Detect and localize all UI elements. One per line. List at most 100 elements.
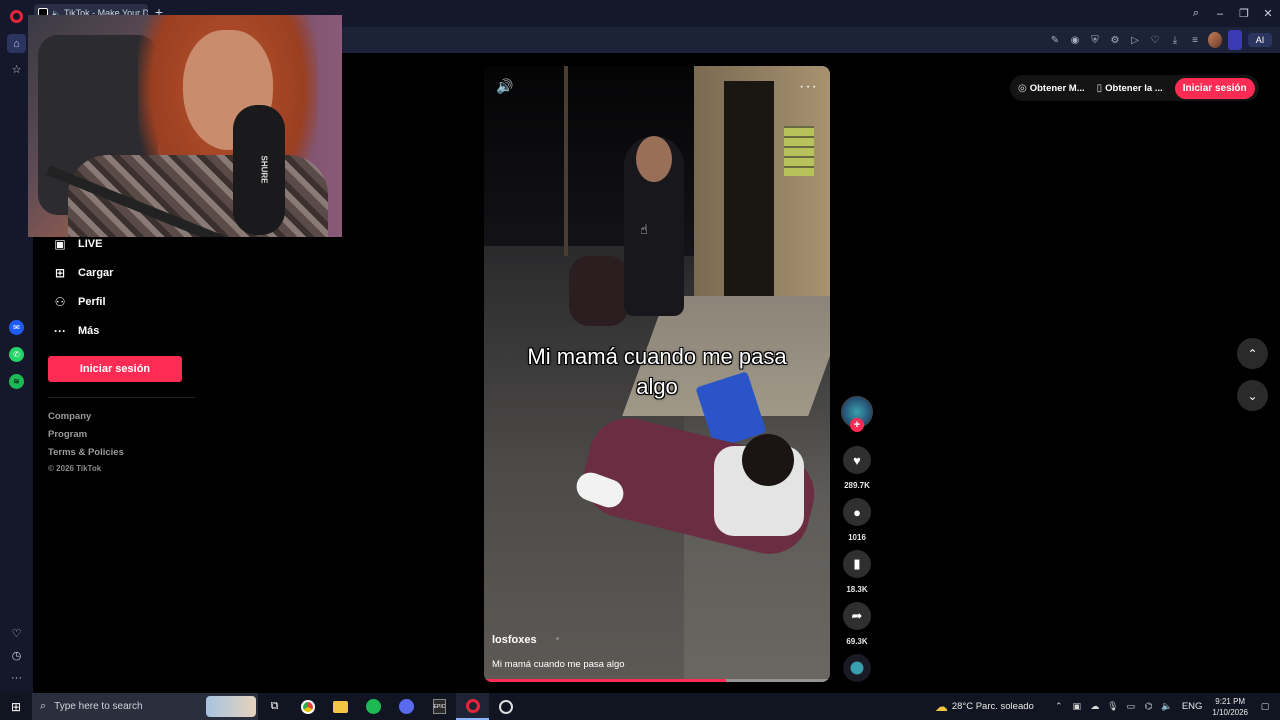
like-button[interactable]: ♥ xyxy=(843,446,871,474)
profile-avatar[interactable] xyxy=(1208,32,1222,48)
spotify-taskbar-icon[interactable] xyxy=(357,693,390,720)
minimize-button[interactable]: – xyxy=(1208,8,1232,20)
cloud-icon[interactable]: ☁ xyxy=(1088,701,1102,712)
more-icon[interactable]: ··· xyxy=(7,668,26,687)
opera-logo-icon[interactable] xyxy=(10,10,23,23)
previous-video-button[interactable]: ⌃ xyxy=(1237,338,1268,369)
taskbar-search[interactable]: ⌕ Type here to search xyxy=(32,693,258,720)
save-button[interactable]: ▮ xyxy=(843,550,871,578)
tray-app-icon[interactable]: ▣ xyxy=(1070,701,1084,712)
spotify-icon[interactable]: ≋ xyxy=(9,374,24,389)
footer-link-program[interactable]: Program xyxy=(48,429,87,440)
chrome-icon[interactable] xyxy=(291,693,324,720)
close-button[interactable]: ✕ xyxy=(1256,7,1280,20)
get-app-button[interactable]: ▯ Obtener la ... xyxy=(1097,83,1163,94)
nav-label: LIVE xyxy=(78,238,103,250)
sidebar-accent xyxy=(1228,30,1242,50)
history-icon[interactable]: ◷ xyxy=(7,646,26,665)
play-icon[interactable]: ▷ xyxy=(1128,35,1142,46)
clock[interactable]: 9:21 PM 1/10/2026 xyxy=(1212,696,1248,718)
volume-icon[interactable]: 🔊 xyxy=(496,78,513,95)
mic-brand-logo: SHURE xyxy=(259,155,269,184)
opera-taskbar-icon[interactable] xyxy=(456,693,489,720)
nav-label: Cargar xyxy=(78,267,114,279)
heart-icon: ♥ xyxy=(853,452,861,468)
footer-link-terms[interactable]: Terms & Policies xyxy=(48,447,124,458)
camera-icon[interactable]: ◉ xyxy=(1068,35,1082,46)
language-indicator[interactable]: ENG xyxy=(1182,701,1203,712)
epic-games-icon[interactable]: EPIC xyxy=(423,693,456,720)
get-coins-label: Obtener M... xyxy=(1029,82,1085,94)
search-highlight-image xyxy=(206,696,256,717)
more-options-icon[interactable]: ··· xyxy=(799,78,818,96)
music-disc-icon[interactable] xyxy=(843,654,871,682)
login-button[interactable]: Iniciar sesión xyxy=(48,356,182,382)
bookmark-icon: ▮ xyxy=(853,556,861,571)
restore-button[interactable]: ❐ xyxy=(1232,7,1256,20)
heart-icon[interactable]: ♡ xyxy=(1148,35,1162,46)
nav-item-live[interactable]: ▣ LIVE xyxy=(52,236,102,252)
video-door xyxy=(724,81,774,301)
video-motorcycle xyxy=(569,256,629,326)
home-icon[interactable]: ⌂ xyxy=(7,34,26,53)
clock-date: 1/10/2026 xyxy=(1212,707,1248,717)
whatsapp-icon[interactable]: ✆ xyxy=(9,347,24,362)
chevron-up-icon[interactable]: ⌃ xyxy=(1052,701,1066,712)
next-video-button[interactable]: ⌄ xyxy=(1237,380,1268,411)
video-window xyxy=(784,126,814,176)
separator-dot xyxy=(556,637,559,640)
weather-icon[interactable]: ☁ xyxy=(935,699,948,715)
video-pole xyxy=(564,66,568,256)
search-tabs-icon[interactable]: ⌕ xyxy=(1184,7,1208,20)
obs-icon[interactable] xyxy=(489,693,522,720)
system-tray: ☁ 28°C Parc. soleado ⌃ ▣ ☁ 🎙 ▭ ⌬ 🔈 ENG 9… xyxy=(935,693,1280,720)
nav-item-upload[interactable]: ⊞ Cargar xyxy=(52,265,114,281)
nav-item-more[interactable]: ··· Más xyxy=(52,323,99,339)
share-count: 69.3K xyxy=(846,637,868,646)
address-bar-tools: ✎ ◉ ⛨ ⚙ ▷ ♡ ⤓ ≡ AI xyxy=(1048,27,1272,53)
weather-text[interactable]: 28°C Parc. soleado xyxy=(952,701,1034,712)
share-button[interactable]: ➦ xyxy=(843,602,871,630)
network-icon[interactable]: ⌬ xyxy=(1142,701,1156,712)
ai-button[interactable]: AI xyxy=(1248,33,1272,47)
video-progress-bar[interactable] xyxy=(484,679,830,682)
video-author[interactable]: losfoxes xyxy=(492,634,537,646)
extension-icon[interactable]: ⚙ xyxy=(1108,35,1122,46)
video-caption-overlay: Mi mamá cuando me pasa algo xyxy=(527,344,787,399)
comment-icon: ● xyxy=(853,504,861,520)
copyright: © 2026 TikTok xyxy=(48,464,102,473)
star-icon[interactable]: ☆ xyxy=(7,60,26,79)
video-boy-head xyxy=(742,434,794,486)
get-coins-button[interactable]: ◎ Obtener M... xyxy=(1018,83,1085,94)
top-login-button[interactable]: Iniciar sesión xyxy=(1174,77,1255,99)
phone-icon: ▯ xyxy=(1096,82,1103,94)
shield-icon[interactable]: ⛨ xyxy=(1088,35,1102,46)
chevron-up-icon: ⌃ xyxy=(1247,346,1258,361)
task-view-icon[interactable]: ⧉ xyxy=(258,693,291,720)
follow-plus-icon[interactable]: + xyxy=(850,418,864,432)
mic-icon[interactable]: 🎙 xyxy=(1106,701,1120,712)
webcam-overlay: SHURE xyxy=(28,15,342,237)
heart-icon[interactable]: ♡ xyxy=(7,624,26,643)
menu-icon[interactable]: ≡ xyxy=(1188,35,1202,46)
nav-item-profile[interactable]: ⚇ Perfil xyxy=(52,294,106,310)
volume-icon[interactable]: 🔈 xyxy=(1160,701,1174,712)
messenger-icon[interactable]: ✉ xyxy=(9,320,24,335)
download-icon[interactable]: ⤓ xyxy=(1168,35,1182,46)
display-icon[interactable]: ▭ xyxy=(1124,701,1138,712)
edit-icon[interactable]: ✎ xyxy=(1048,35,1062,46)
get-app-label: Obtener la ... xyxy=(1105,82,1163,94)
app-icon[interactable] xyxy=(390,693,423,720)
file-explorer-icon[interactable] xyxy=(324,693,357,720)
share-icon: ➦ xyxy=(851,608,863,623)
notifications-icon[interactable]: ▢ xyxy=(1258,701,1272,712)
footer-link-company[interactable]: Company xyxy=(48,411,91,422)
search-placeholder: Type here to search xyxy=(54,701,143,712)
video-player[interactable]: Mi mamá cuando me pasa algo 🔊 ··· losfox… xyxy=(484,66,830,682)
chevron-down-icon: ⌄ xyxy=(1247,388,1258,403)
windows-start-icon[interactable]: ⊞ xyxy=(0,693,32,720)
video-girl-head xyxy=(636,136,672,182)
comment-button[interactable]: ● xyxy=(843,498,871,526)
video-progress-fill xyxy=(484,679,727,682)
nav-label: Perfil xyxy=(78,296,106,308)
